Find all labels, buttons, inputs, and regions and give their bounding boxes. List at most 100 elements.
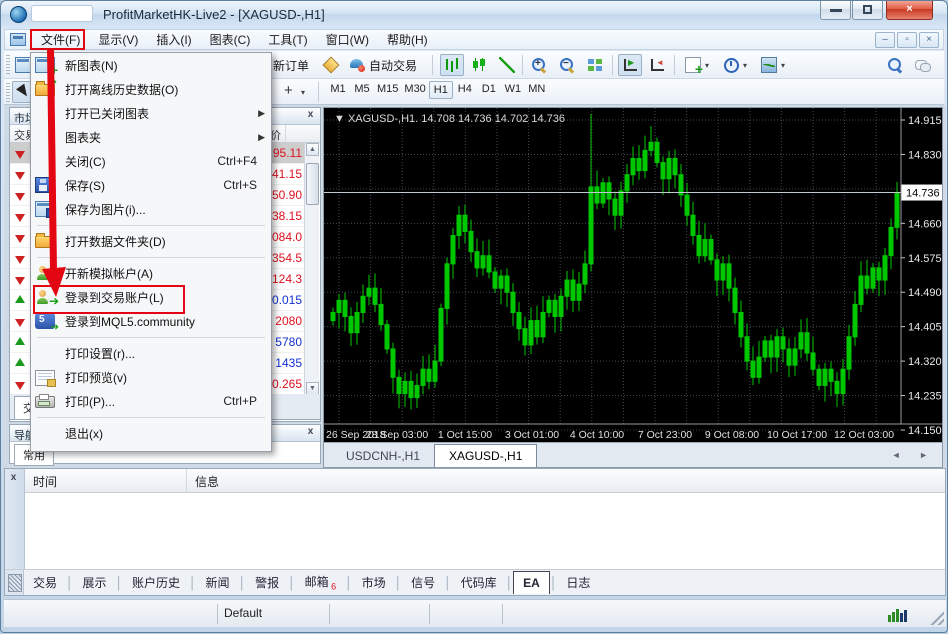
- menu-item-icon-slot: [35, 129, 55, 145]
- chart-shift-button[interactable]: [646, 54, 668, 76]
- menu-item-profiles[interactable]: 图表夹▶: [31, 125, 271, 149]
- indicators-button[interactable]: ▾: [682, 54, 712, 76]
- crosshair-button[interactable]: ▾: [278, 81, 308, 103]
- menu-item-close[interactable]: 关闭(C)Ctrl+F4: [31, 149, 271, 173]
- menu-insert[interactable]: 插入(I): [147, 29, 200, 50]
- periods-button[interactable]: ▾: [720, 54, 750, 76]
- terminal-tab-10[interactable]: EA: [513, 571, 550, 594]
- menu-item-label: 开新模拟帐户(A): [65, 265, 153, 282]
- menu-item-demo-account[interactable]: +开新模拟帐户(A): [31, 261, 271, 285]
- restore-button[interactable]: [852, 1, 883, 20]
- menu-item-label: 图表夹: [65, 129, 101, 146]
- menu-item-login-mql5[interactable]: 登录到MQL5.community: [31, 309, 271, 333]
- menu-item-open-offline[interactable]: 打开离线历史数据(O): [31, 77, 271, 101]
- close-icon[interactable]: x: [304, 426, 317, 439]
- menu-item-save-picture[interactable]: 保存为图片(i)...: [31, 197, 271, 221]
- zoom-in-button[interactable]: +: [528, 54, 550, 76]
- clock-icon: [723, 57, 739, 73]
- terminal-tab-6[interactable]: 邮箱 6: [296, 569, 346, 595]
- terminal-tab-2[interactable]: 展示: [74, 570, 116, 595]
- terminal-tab-5[interactable]: 警报: [246, 570, 288, 595]
- zoom-out-button[interactable]: −: [556, 54, 578, 76]
- menu-item-print-preview[interactable]: 打印预览(v): [31, 365, 271, 389]
- timeframe-w1[interactable]: W1: [501, 81, 525, 99]
- scroll-up-icon[interactable]: ▲: [306, 143, 319, 156]
- column-time[interactable]: 时间: [25, 469, 187, 492]
- timeframe-m1[interactable]: M1: [326, 81, 350, 99]
- new-chart-icon: [15, 57, 31, 73]
- chat-button[interactable]: [912, 54, 934, 76]
- menu-view[interactable]: 显示(V): [89, 29, 147, 50]
- menu-item-print-setup[interactable]: 打印设置(r)...: [31, 341, 271, 365]
- arrow-up-icon: [15, 353, 25, 366]
- child-close-button[interactable]: ×: [919, 32, 939, 48]
- close-icon[interactable]: x: [7, 472, 20, 485]
- resize-grip[interactable]: [928, 609, 944, 625]
- metaeditor-button[interactable]: [320, 54, 342, 76]
- timeframe-m15[interactable]: M15: [374, 81, 401, 99]
- menu-separator: [31, 221, 271, 229]
- app-logo-icon: [10, 6, 27, 23]
- price-chart[interactable]: 14.91514.83014.74514.66014.57514.49014.4…: [324, 108, 942, 442]
- close-button[interactable]: ×: [886, 1, 933, 20]
- svg-text:14.235: 14.235: [908, 391, 942, 403]
- line-chart-mode-button[interactable]: [496, 54, 518, 76]
- menu-item-shortcut: Ctrl+P: [223, 394, 257, 408]
- terminal-tab-4[interactable]: 新闻: [197, 570, 239, 595]
- metaeditor-icon: [323, 57, 340, 74]
- menu-item-login-trade[interactable]: ➔登录到交易账户(L): [31, 285, 271, 309]
- child-restore-button[interactable]: ▫: [897, 32, 917, 48]
- menu-item-new-chart[interactable]: 新图表(N): [31, 53, 271, 77]
- timeframe-h4[interactable]: H4: [453, 81, 477, 99]
- profile-name[interactable]: Default: [224, 606, 262, 620]
- arrow-down-icon: [15, 193, 25, 206]
- chart-tab-usdcnhh1[interactable]: USDCNH-,H1: [332, 445, 434, 467]
- terminal-dock-icon[interactable]: [5, 570, 24, 595]
- menu-item-open-data-folder[interactable]: 打开数据文件夹(D): [31, 229, 271, 253]
- market-watch-scrollbar[interactable]: ▲ ▼: [304, 143, 319, 395]
- bar-chart-mode-button[interactable]: [440, 54, 464, 76]
- menu-item-save[interactable]: 保存(S)Ctrl+S: [31, 173, 271, 197]
- toolbar-drag-handle[interactable]: [6, 55, 10, 75]
- bid-value: 41.15: [272, 167, 302, 181]
- chart-tab-xagusdh1[interactable]: XAGUSD-,H1: [434, 444, 537, 467]
- child-window-icon[interactable]: [10, 33, 26, 46]
- toolbar-drag-handle[interactable]: [6, 83, 10, 103]
- terminal-tab-9[interactable]: 代码库: [452, 570, 506, 595]
- menu-item-exit[interactable]: 退出(x): [31, 421, 271, 445]
- timeframe-m5[interactable]: M5: [350, 81, 374, 99]
- search-button[interactable]: [884, 54, 906, 76]
- tab-divider: │: [66, 576, 74, 590]
- column-message[interactable]: 信息: [187, 469, 945, 492]
- terminal-tab-7[interactable]: 市场: [353, 570, 395, 595]
- timeframe-mn[interactable]: MN: [525, 81, 549, 99]
- timeframe-d1[interactable]: D1: [477, 81, 501, 99]
- timeframe-m30[interactable]: M30: [401, 81, 428, 99]
- tab-scroll-arrows[interactable]: ◄ ►: [892, 450, 936, 460]
- menu-item-open-closed[interactable]: 打开已关闭图表▶: [31, 101, 271, 125]
- menu-item-print[interactable]: 打印(P)... Ctrl+P: [31, 389, 271, 413]
- terminal-tab-8[interactable]: 信号: [402, 570, 444, 595]
- menu-item-label: 打印(P)...: [65, 393, 115, 410]
- terminal-tab-1[interactable]: 交易: [24, 570, 66, 595]
- minimize-button[interactable]: [820, 1, 851, 20]
- menu-tools[interactable]: 工具(T): [259, 29, 316, 50]
- autotrading-button[interactable]: 自动交易: [346, 54, 420, 76]
- scrollbar-thumb[interactable]: [306, 163, 319, 205]
- child-minimize-button[interactable]: –: [875, 32, 895, 48]
- close-icon[interactable]: x: [304, 109, 317, 122]
- terminal-tab-3[interactable]: 账户历史: [123, 570, 189, 595]
- menu-help[interactable]: 帮助(H): [378, 29, 437, 50]
- timeframe-h1[interactable]: H1: [429, 81, 453, 99]
- candlestick-mode-button[interactable]: [468, 54, 490, 76]
- menu-window[interactable]: 窗口(W): [317, 29, 378, 50]
- print-preview-icon: [35, 370, 55, 386]
- terminal-tab-11[interactable]: 日志: [557, 570, 599, 595]
- templates-button[interactable]: ▾: [758, 54, 788, 76]
- auto-scroll-button[interactable]: [618, 54, 642, 76]
- menu-file[interactable]: 文件(F): [32, 29, 89, 50]
- svg-text:14.405: 14.405: [908, 322, 942, 334]
- tile-windows-button[interactable]: [584, 54, 606, 76]
- menu-charts[interactable]: 图表(C): [201, 29, 260, 50]
- floppy-icon: [35, 177, 55, 193]
